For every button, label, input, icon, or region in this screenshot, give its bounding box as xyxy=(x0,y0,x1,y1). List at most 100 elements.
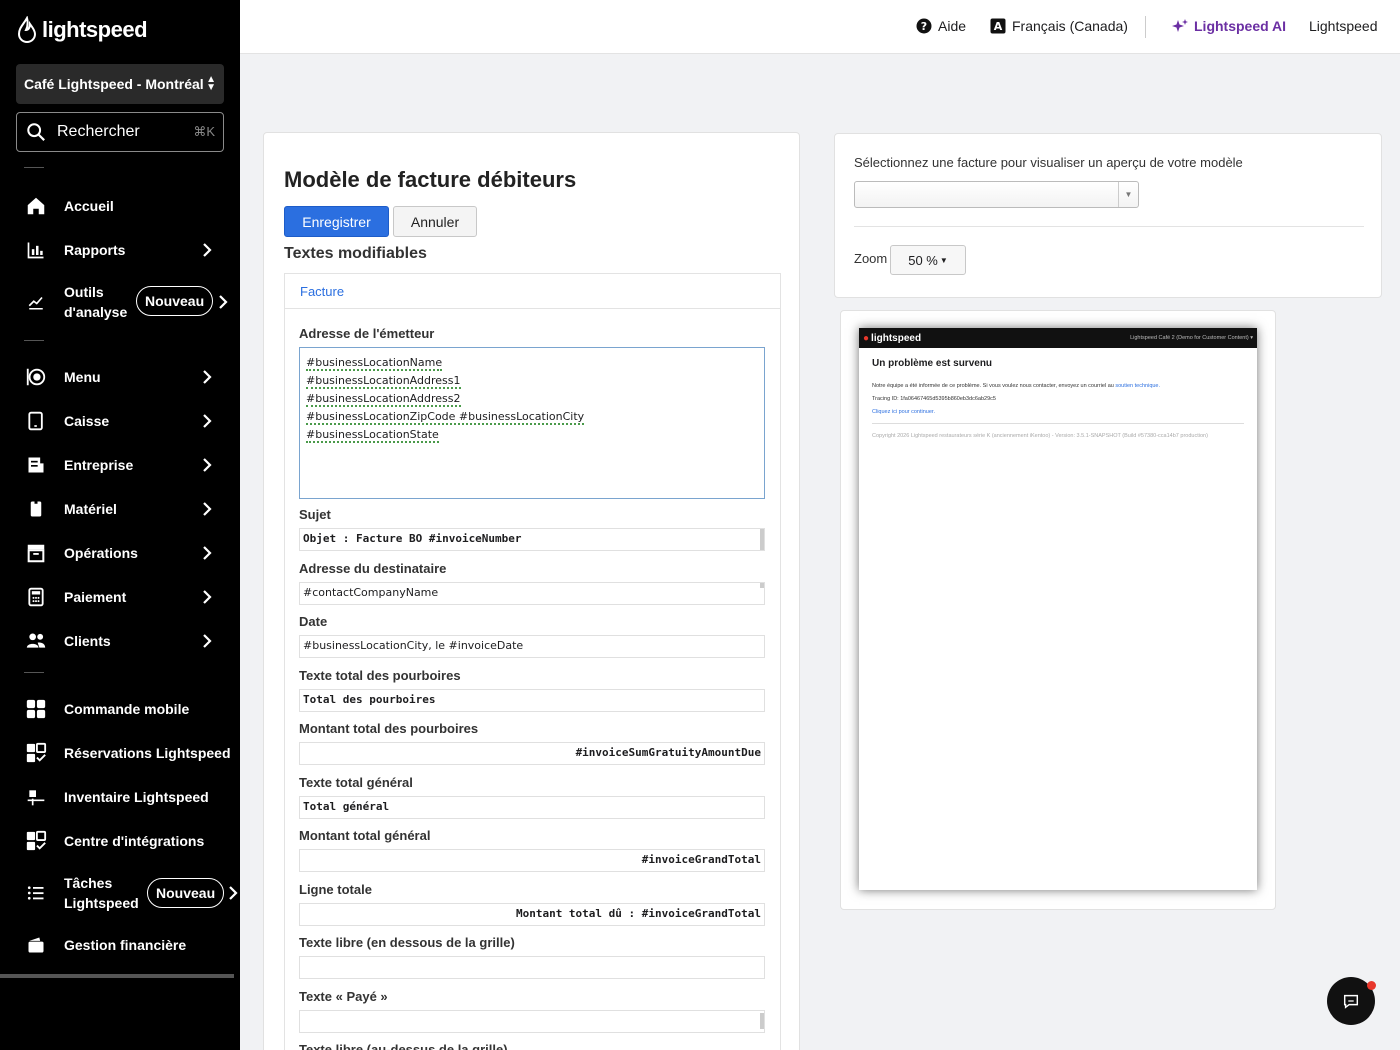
scrollbar[interactable] xyxy=(760,529,764,550)
issuer-line: #businessLocationAddress1 xyxy=(306,374,461,389)
flame-icon: ● xyxy=(863,332,870,344)
sidebar-item-label: Caisse xyxy=(64,413,110,429)
free-text-below-label: Texte libre (en dessous de la grille) xyxy=(299,935,515,950)
total-line-input[interactable]: Montant total dû : #invoiceGrandTotal xyxy=(299,903,765,926)
chevron-right-icon xyxy=(203,243,212,257)
account-menu[interactable]: Lightspeed xyxy=(1309,18,1378,34)
chat-bubble-icon xyxy=(1343,994,1359,1009)
sidebar-item-commande-mobile[interactable]: Commande mobile xyxy=(0,687,240,731)
tips-text-value: Total des pourboires xyxy=(303,693,436,706)
account-label: Lightspeed xyxy=(1309,18,1378,34)
notification-dot xyxy=(1367,981,1376,990)
grand-total-text-value: Total général xyxy=(303,800,390,813)
sidebar-item-label: Rapports xyxy=(64,242,126,258)
apps-check-icon xyxy=(24,741,48,765)
svg-text:?: ? xyxy=(921,20,927,33)
search-input[interactable]: Rechercher ⌘K xyxy=(16,112,224,152)
sidebar-item-label: Clients xyxy=(64,633,111,649)
total-line-value: Montant total dû : #invoiceGrandTotal xyxy=(515,907,761,920)
sidebar-item-operations[interactable]: Opérations xyxy=(0,531,240,575)
top-bar: ? Aide A Français (Canada) Lightspeed AI… xyxy=(240,0,1400,54)
flame-icon xyxy=(17,16,37,44)
location-selector[interactable]: Café Lightspeed - Montréal ▲ ▼ xyxy=(16,64,224,104)
ai-label: Lightspeed AI xyxy=(1194,18,1287,34)
date-input[interactable]: #businessLocationCity, le #invoiceDate xyxy=(299,635,765,658)
continue-link[interactable]: Cliquez ici pour continuer. xyxy=(872,409,1244,415)
search-label: Rechercher xyxy=(57,123,140,140)
subject-input[interactable]: Objet : Facture BO #invoiceNumber xyxy=(299,528,765,551)
sidebar-item-inventaire[interactable]: Inventaire Lightspeed xyxy=(0,775,240,819)
lightspeed-ai-link[interactable]: Lightspeed AI xyxy=(1172,18,1286,34)
issuer-address-label: Adresse de l'émetteur xyxy=(299,326,435,341)
lightspeed-logo[interactable]: lightspeed xyxy=(16,16,148,44)
list-icon xyxy=(24,881,48,905)
zoom-value: 50 % xyxy=(908,252,938,268)
sidebar-item-caisse[interactable]: Caisse xyxy=(0,399,240,443)
sidebar-item-paiement[interactable]: Paiement xyxy=(0,575,240,619)
sidebar-item-reservations[interactable]: Réservations Lightspeed xyxy=(0,731,240,775)
tips-amount-value: #invoiceSumGratuityAmountDue xyxy=(575,746,761,759)
sidebar-item-taches[interactable]: Tâches Lightspeed Nouveau xyxy=(0,867,240,919)
chevron-right-icon xyxy=(203,414,212,428)
scrollbar[interactable] xyxy=(760,1013,764,1029)
divider xyxy=(24,672,44,673)
tab-facture[interactable]: Facture xyxy=(285,274,780,309)
sidebar-item-label: Inventaire Lightspeed xyxy=(64,789,209,805)
sidebar-scrollbar[interactable] xyxy=(0,974,234,978)
issuer-address-textarea[interactable]: #businessLocationName #businessLocationA… xyxy=(299,347,765,499)
paid-text-input[interactable] xyxy=(299,1010,765,1033)
invoice-select[interactable]: ▼ xyxy=(854,181,1139,208)
sidebar-item-rapports[interactable]: Rapports xyxy=(0,228,240,272)
sidebar-item-outils-analyse[interactable]: Outils d'analyse Nouveau xyxy=(0,276,240,328)
support-link[interactable]: soutien technique. xyxy=(1115,383,1160,389)
tips-amount-label: Montant total des pourboires xyxy=(299,721,479,736)
sidebar-item-accueil[interactable]: Accueil xyxy=(0,184,240,228)
recipient-address-input[interactable]: #contactCompanyName xyxy=(299,582,765,605)
issuer-line: #businessLocationName xyxy=(306,356,443,371)
sidebar-item-label: Accueil xyxy=(64,198,114,214)
sidebar-item-menu[interactable]: Menu xyxy=(0,355,240,399)
help-link[interactable]: ? Aide xyxy=(916,18,966,34)
help-label: Aide xyxy=(938,18,967,34)
zoom-dropdown[interactable]: 50 % ▼ xyxy=(890,245,966,275)
grand-total-amount-input[interactable]: #invoiceGrandTotal xyxy=(299,849,765,872)
language-selector[interactable]: A Français (Canada) xyxy=(990,18,1128,34)
language-icon: A xyxy=(990,18,1006,34)
sidebar-item-integrations[interactable]: Centre d'intégrations xyxy=(0,819,240,863)
tracing-id: Tracing ID: 1fa06467465d5395b860eb3dc6ab… xyxy=(872,396,996,402)
sidebar-item-gestion-financiere[interactable]: Gestion financière xyxy=(0,923,240,967)
sidebar-item-label: Entreprise xyxy=(64,457,134,473)
sidebar-item-materiel[interactable]: Matériel xyxy=(0,487,240,531)
location-name: Café Lightspeed - Montréal xyxy=(24,76,204,92)
business-doc-icon xyxy=(24,453,48,477)
chevron-right-icon xyxy=(203,370,212,384)
grand-total-text-input[interactable]: Total général xyxy=(299,796,765,819)
tips-amount-input[interactable]: #invoiceSumGratuityAmountDue xyxy=(299,742,765,765)
scrollbar[interactable] xyxy=(760,583,764,588)
sidebar-item-label: Réservations Lightspeed xyxy=(64,745,231,761)
wallet-icon xyxy=(24,933,48,957)
sidebar-item-label: Centre d'intégrations xyxy=(64,833,205,849)
sidebar-item-clients[interactable]: Clients xyxy=(0,619,240,663)
free-text-above-label: Texte libre (au-dessus de la grille) xyxy=(299,1042,508,1050)
chevron-right-icon xyxy=(203,502,212,516)
home-icon xyxy=(24,194,48,218)
search-icon xyxy=(27,123,45,141)
menu-plate-icon xyxy=(24,365,48,389)
issuer-line: #businessLocationAddress2 xyxy=(306,392,461,407)
divider xyxy=(854,226,1364,227)
chevron-right-icon xyxy=(203,634,212,648)
chevron-right-icon xyxy=(219,295,228,309)
sidebar-item-label: Outils d'analyse xyxy=(64,284,128,320)
cancel-button[interactable]: Annuler xyxy=(393,206,477,237)
dropdown-arrow-icon: ▼ xyxy=(1118,182,1138,207)
tablet-icon xyxy=(24,409,48,433)
date-label: Date xyxy=(299,614,328,629)
tips-text-input[interactable]: Total des pourboires xyxy=(299,689,765,712)
divider xyxy=(24,340,44,341)
sidebar-item-entreprise[interactable]: Entreprise xyxy=(0,443,240,487)
issuer-line: #businessLocationZipCode #businessLocati… xyxy=(306,410,585,425)
save-button[interactable]: Enregistrer xyxy=(284,206,389,237)
free-text-below-input[interactable] xyxy=(299,956,765,979)
new-badge: Nouveau xyxy=(136,286,214,316)
